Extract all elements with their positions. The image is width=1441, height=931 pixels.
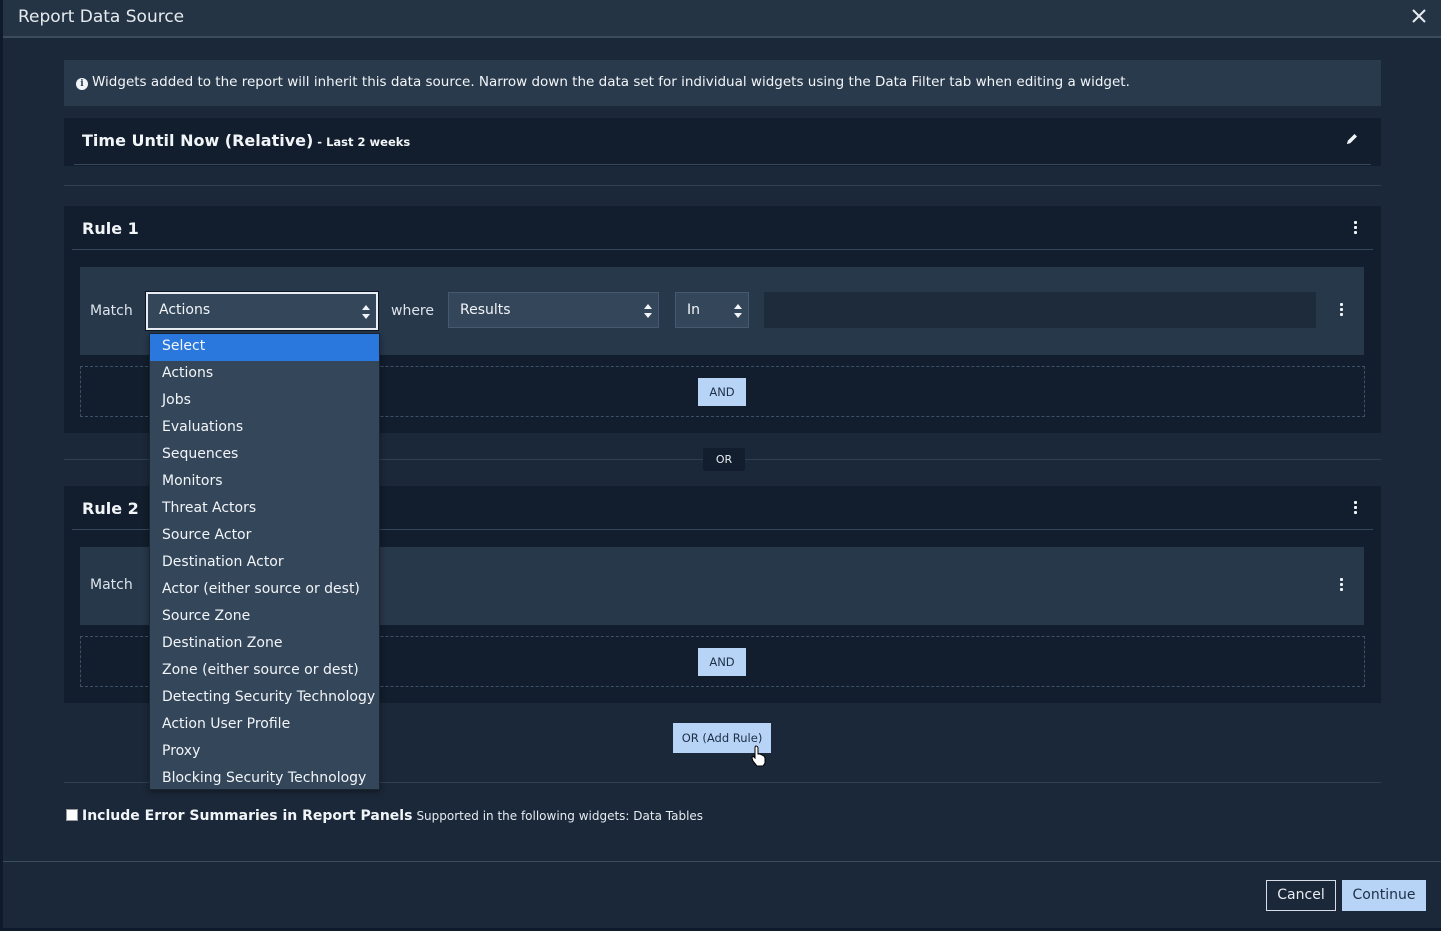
time-range-label: Time Until Now (Relative) <box>82 131 314 150</box>
dropdown-option[interactable]: Blocking Security Technology <box>150 766 379 793</box>
error-summaries-checkbox[interactable] <box>66 809 78 821</box>
rule-title: Rule 2 <box>82 499 139 518</box>
dropdown-option[interactable]: Destination Actor <box>150 550 379 577</box>
divider <box>3 861 1441 862</box>
and-button[interactable]: AND <box>698 648 746 676</box>
dropdown-option[interactable]: Source Actor <box>150 523 379 550</box>
divider <box>64 185 1381 186</box>
dropdown-option[interactable]: Zone (either source or dest) <box>150 658 379 685</box>
dialog-header: Report Data Source <box>3 0 1441 38</box>
error-summaries-option: Include Error Summaries in Report Panels… <box>66 808 703 824</box>
dropdown-option[interactable]: Source Zone <box>150 604 379 631</box>
condition-menu-icon[interactable] <box>1335 303 1347 319</box>
match-dropdown-list: Select Actions Jobs Evaluations Sequence… <box>149 333 380 790</box>
cancel-button[interactable]: Cancel <box>1266 880 1336 911</box>
match-label: Match <box>90 577 133 593</box>
or-separator: OR <box>703 448 745 471</box>
info-banner: i Widgets added to the report will inheri… <box>64 60 1381 106</box>
close-icon[interactable] <box>1411 8 1427 24</box>
dropdown-option[interactable]: Action User Profile <box>150 712 379 739</box>
dropdown-option[interactable]: Proxy <box>150 739 379 766</box>
dropdown-option[interactable]: Detecting Security Technology <box>150 685 379 712</box>
divider <box>74 164 1371 165</box>
value-input[interactable] <box>764 292 1316 328</box>
and-button[interactable]: AND <box>698 378 746 406</box>
dropdown-option[interactable]: Jobs <box>150 388 379 415</box>
select-arrows-icon <box>734 304 742 318</box>
dropdown-option[interactable]: Evaluations <box>150 415 379 442</box>
time-range-panel: Time Until Now (Relative) - Last 2 weeks <box>64 118 1381 166</box>
operator-select-value: In <box>687 302 701 318</box>
select-arrows-icon <box>644 304 652 318</box>
dropdown-option[interactable]: Actions <box>150 361 379 388</box>
rule-menu-icon[interactable] <box>1349 501 1361 517</box>
pointer-cursor-icon <box>751 745 766 767</box>
field-select-value: Results <box>460 302 511 318</box>
dropdown-option[interactable]: Destination Zone <box>150 631 379 658</box>
condition-menu-icon[interactable] <box>1335 578 1347 594</box>
error-summaries-label: Include Error Summaries in Report Panels <box>82 808 413 824</box>
dropdown-option[interactable]: Threat Actors <box>150 496 379 523</box>
divider <box>72 249 1373 250</box>
match-select-value: Actions <box>159 302 211 318</box>
info-banner-text: Widgets added to the report will inherit… <box>92 74 1130 90</box>
select-arrows-icon <box>362 305 370 319</box>
info-circle-icon: i <box>76 78 88 90</box>
match-label: Match <box>90 303 133 319</box>
dialog-title: Report Data Source <box>18 7 185 27</box>
dropdown-option[interactable]: Actor (either source or dest) <box>150 577 379 604</box>
pencil-icon[interactable] <box>1345 132 1359 146</box>
report-data-source-dialog: Report Data Source i Widgets added to the… <box>3 0 1441 928</box>
dropdown-option[interactable]: Sequences <box>150 442 379 469</box>
error-summaries-note: Supported in the following widgets: Data… <box>416 809 704 823</box>
dropdown-option[interactable]: Monitors <box>150 469 379 496</box>
continue-button[interactable]: Continue <box>1342 880 1426 911</box>
rule-menu-icon[interactable] <box>1349 221 1361 237</box>
field-select[interactable]: Results <box>448 292 659 328</box>
operator-select[interactable]: In <box>675 292 749 328</box>
time-range-detail: - Last 2 weeks <box>313 135 411 149</box>
match-select[interactable]: Actions <box>145 291 379 331</box>
dropdown-option[interactable]: Select <box>150 334 379 361</box>
where-label: where <box>391 303 434 319</box>
rule-title: Rule 1 <box>82 219 139 238</box>
